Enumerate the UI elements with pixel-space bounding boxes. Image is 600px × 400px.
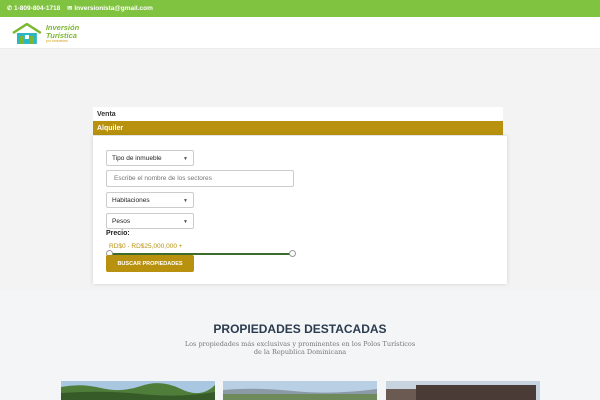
house-logo-icon — [12, 23, 42, 44]
price-label: Precio: — [106, 230, 130, 237]
currency-value: Pesos — [112, 217, 131, 225]
property-photo-2[interactable] — [223, 381, 377, 400]
phone-icon: ✆ — [7, 5, 13, 12]
property-type-value: Tipo de inmueble — [112, 154, 162, 162]
listing-type-tabs: Venta Alquiler — [93, 107, 503, 135]
phone-contact[interactable]: ✆ 1-809-804-1718 — [7, 5, 60, 12]
chevron-down-icon: ▼ — [183, 219, 188, 225]
currency-select[interactable]: Pesos ▼ — [106, 213, 194, 229]
site-logo[interactable]: Inversión Turística por inmuebles — [12, 22, 112, 46]
sector-search-input[interactable] — [106, 170, 294, 187]
property-type-select[interactable]: Tipo de inmueble ▼ — [106, 150, 194, 166]
envelope-icon: ✉ — [67, 5, 73, 12]
rooms-value: Habitaciones — [112, 196, 150, 204]
email-address: Inversionista@gmail.com — [74, 5, 153, 12]
price-slider-max-handle[interactable] — [289, 250, 296, 257]
property-photo-3[interactable] — [386, 381, 540, 400]
featured-subtitle: Los propiedades más exclusivas y promine… — [184, 340, 416, 357]
price-range-value: RD$0 - RD$25,000,000 + — [109, 243, 183, 250]
site-header: Inversión Turística por inmuebles — [0, 17, 600, 49]
tab-alquiler[interactable]: Alquiler — [93, 121, 503, 135]
email-contact[interactable]: ✉ Inversionista@gmail.com — [67, 5, 153, 12]
property-search-form: Tipo de inmueble ▼ Habitaciones ▼ Pesos … — [93, 136, 507, 284]
logo-tagline: por inmuebles — [45, 39, 68, 44]
search-properties-button[interactable]: BUSCAR PROPIEDADES — [106, 255, 194, 272]
chevron-down-icon: ▼ — [183, 198, 188, 204]
top-contact-bar: ✆ 1-809-804-1718 ✉ Inversionista@gmail.c… — [0, 0, 600, 17]
phone-number: 1-809-804-1718 — [14, 5, 61, 12]
tab-venta[interactable]: Venta — [93, 107, 503, 121]
property-photo-1[interactable] — [61, 381, 215, 400]
chevron-down-icon: ▼ — [183, 156, 188, 162]
rooms-select[interactable]: Habitaciones ▼ — [106, 192, 194, 208]
featured-title: PROPIEDADES DESTACADAS — [213, 322, 387, 336]
logo-brand-name: Inversión Turística — [45, 23, 80, 40]
